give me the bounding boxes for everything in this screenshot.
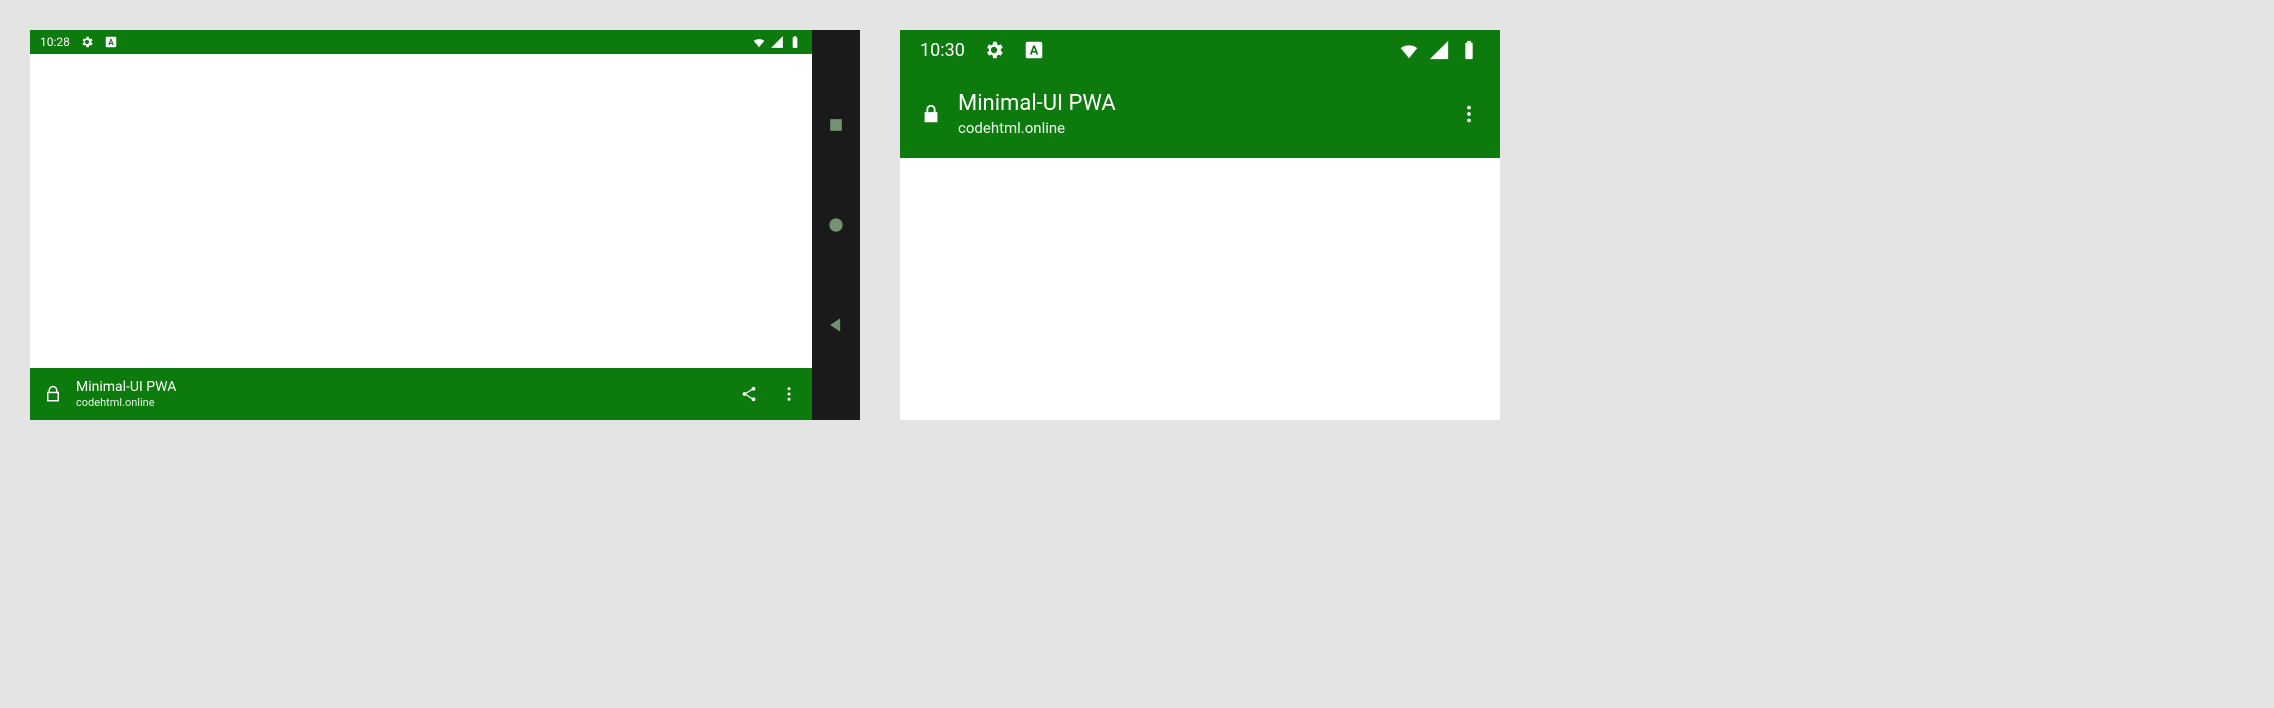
status-bar[interactable]: 10:28 A bbox=[30, 30, 812, 54]
device-landscape-screen: 10:28 A bbox=[30, 30, 812, 420]
svg-text:A: A bbox=[1030, 44, 1039, 59]
battery-icon bbox=[788, 35, 802, 49]
lock-icon bbox=[920, 103, 942, 125]
pwa-actions bbox=[740, 385, 798, 403]
status-time: 10:28 bbox=[40, 35, 70, 49]
text-badge-icon: A bbox=[104, 35, 118, 49]
home-button[interactable] bbox=[826, 215, 846, 235]
wifi-icon bbox=[752, 35, 766, 49]
overview-button[interactable] bbox=[826, 115, 846, 135]
webview-content[interactable] bbox=[900, 158, 1500, 420]
back-button[interactable] bbox=[826, 315, 846, 335]
status-time: 10:30 bbox=[920, 40, 965, 61]
svg-text:A: A bbox=[108, 37, 114, 47]
status-right-cluster bbox=[752, 35, 802, 49]
device-landscape: 10:28 A bbox=[30, 30, 860, 420]
status-bar[interactable]: 10:30 A bbox=[900, 30, 1500, 70]
pwa-titles: Minimal-UI PWA codehtml.online bbox=[958, 90, 1458, 138]
status-left-cluster: 10:28 A bbox=[40, 35, 118, 49]
pwa-title-bar: Minimal-UI PWA codehtml.online bbox=[900, 70, 1500, 158]
app-title: Minimal-UI PWA bbox=[958, 90, 1458, 118]
app-url: codehtml.online bbox=[76, 396, 740, 409]
more-menu-icon[interactable] bbox=[780, 385, 798, 403]
app-title: Minimal-UI PWA bbox=[76, 379, 740, 396]
status-right-cluster bbox=[1398, 39, 1480, 61]
pwa-actions bbox=[1458, 103, 1480, 125]
pwa-titles: Minimal-UI PWA codehtml.online bbox=[76, 379, 740, 409]
cellular-icon bbox=[770, 35, 784, 49]
status-left-cluster: 10:30 A bbox=[920, 39, 1045, 61]
app-url: codehtml.online bbox=[958, 119, 1458, 138]
cellular-icon bbox=[1428, 39, 1450, 61]
gear-icon bbox=[983, 39, 1005, 61]
system-navigation-bar bbox=[812, 30, 860, 420]
share-icon[interactable] bbox=[740, 385, 758, 403]
text-badge-icon: A bbox=[1023, 39, 1045, 61]
pwa-title-bar: Minimal-UI PWA codehtml.online bbox=[30, 368, 812, 420]
webview-content[interactable] bbox=[30, 54, 812, 368]
more-menu-icon[interactable] bbox=[1458, 103, 1480, 125]
battery-icon bbox=[1458, 39, 1480, 61]
lock-icon bbox=[44, 385, 62, 403]
device-portrait: 10:30 A Minimal-UI PWA code bbox=[900, 30, 1500, 420]
gear-icon bbox=[80, 35, 94, 49]
wifi-icon bbox=[1398, 39, 1420, 61]
